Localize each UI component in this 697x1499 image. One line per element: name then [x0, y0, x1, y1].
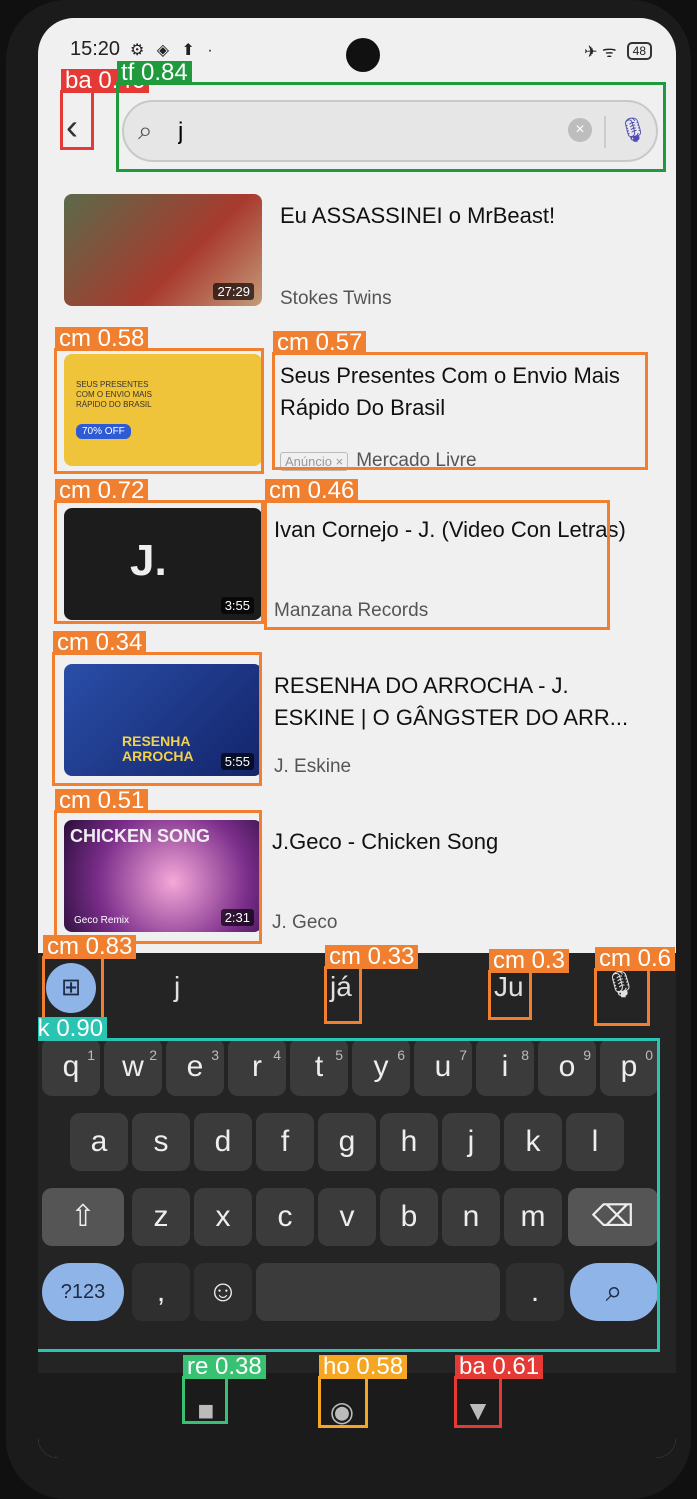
- key-p[interactable]: p0: [600, 1038, 658, 1096]
- search-bar[interactable]: ⌕ × 🎙: [122, 100, 658, 162]
- status-time: 15:20: [70, 38, 121, 60]
- comma-key[interactable]: ,: [132, 1263, 190, 1321]
- key-y[interactable]: y6: [352, 1038, 410, 1096]
- suggestion-strip: ⊞ j já Ju 🎙: [38, 953, 676, 1025]
- ad-channel-name: Mercado Livre: [356, 450, 477, 471]
- key-row-4: ?123 , ☺ . ⌕: [38, 1263, 676, 1325]
- recents-icon[interactable]: ■: [186, 1395, 226, 1427]
- video-title[interactable]: RESENHA DO ARROCHA - J. ESKINE | O GÂNGS…: [274, 670, 634, 734]
- key-n[interactable]: n: [442, 1188, 500, 1246]
- video-thumbnail[interactable]: CHICKEN SONG Geco Remix 2:31: [64, 820, 262, 932]
- key-l[interactable]: l: [566, 1113, 624, 1171]
- key-r[interactable]: r4: [228, 1038, 286, 1096]
- key-v[interactable]: v: [318, 1188, 376, 1246]
- symbols-key[interactable]: ?123: [42, 1263, 124, 1321]
- video-thumbnail[interactable]: 27:29: [64, 194, 262, 306]
- home-icon[interactable]: ◉: [322, 1395, 362, 1428]
- status-bar: 15:20 ⚙ ◈ ⬆ · ✈ ᯤ 48: [38, 18, 676, 78]
- key-e[interactable]: e3: [166, 1038, 224, 1096]
- status-right: ✈ ᯤ 48: [584, 40, 652, 62]
- keyboard: ⊞ j já Ju 🎙 q1 w2 e3 r4 t5 y6 u7 i8 o9 p…: [38, 953, 676, 1373]
- key-c[interactable]: c: [256, 1188, 314, 1246]
- battery-icon: 48: [626, 42, 652, 60]
- camera-cutout: [346, 38, 380, 72]
- video-duration: 3:55: [220, 597, 254, 614]
- result-item[interactable]: 27:29 Eu ASSASSINEI o MrBeast! Stokes Tw…: [58, 194, 658, 314]
- search-input[interactable]: [176, 116, 540, 148]
- thumb-subtitle-text: Geco Remix: [74, 915, 130, 926]
- mic-icon[interactable]: 🎙: [618, 116, 648, 148]
- video-title[interactable]: Ivan Cornejo - J. (Video Con Letras): [274, 514, 634, 546]
- space-key[interactable]: [256, 1263, 500, 1321]
- shift-key[interactable]: ⇧: [42, 1188, 124, 1246]
- result-item[interactable]: J. 3:55 Ivan Cornejo - J. (Video Con Let…: [58, 508, 658, 628]
- key-f[interactable]: f: [256, 1113, 314, 1171]
- key-b[interactable]: b: [380, 1188, 438, 1246]
- divider: [604, 116, 606, 148]
- video-title[interactable]: J.Geco - Chicken Song: [272, 826, 632, 858]
- key-g[interactable]: g: [318, 1113, 376, 1171]
- key-a[interactable]: a: [70, 1113, 128, 1171]
- period-key[interactable]: .: [506, 1263, 564, 1321]
- video-duration: 2:31: [220, 909, 254, 926]
- apps-grid-icon[interactable]: ⊞: [46, 963, 96, 1013]
- video-thumbnail[interactable]: J. 3:55: [64, 508, 262, 620]
- thumb-title-text: RESENHA ARROCHA: [122, 733, 194, 764]
- channel-name[interactable]: J. Geco: [272, 912, 337, 934]
- key-h[interactable]: h: [380, 1113, 438, 1171]
- key-row-3: ⇧ z x c v b n m ⌫: [38, 1188, 676, 1250]
- back-arrow-icon[interactable]: ‹: [66, 106, 78, 148]
- ad-badge: Anúncio ×: [280, 452, 349, 471]
- video-title[interactable]: Eu ASSASSINEI o MrBeast!: [280, 200, 640, 232]
- backspace-key[interactable]: ⌫: [568, 1188, 658, 1246]
- status-notification-icons: ⚙ ◈ ⬆ ·: [130, 42, 217, 59]
- ad-advertiser[interactable]: Anúncio × Mercado Livre: [280, 450, 477, 472]
- phone-frame: 15:20 ⚙ ◈ ⬆ · ✈ ᯤ 48 ‹ ba 0.46 ⌕ × 🎙 tf …: [6, 0, 691, 1499]
- keyboard-mic-icon[interactable]: 🎙: [604, 969, 637, 1000]
- key-w[interactable]: w2: [104, 1038, 162, 1096]
- suggestion-ja[interactable]: já: [330, 971, 352, 1003]
- ad-promo-text: SEUS PRESENTES COM O ENVIO MAIS RÁPIDO D…: [76, 380, 153, 409]
- nav-back-icon[interactable]: ▼: [458, 1395, 498, 1427]
- key-j[interactable]: j: [442, 1113, 500, 1171]
- thumb-title-text: CHICKEN SONG: [70, 826, 211, 846]
- video-thumbnail[interactable]: RESENHA ARROCHA 5:55: [64, 664, 262, 776]
- key-q[interactable]: q1: [42, 1038, 100, 1096]
- thumb-title-text: J.: [130, 536, 167, 585]
- emoji-key[interactable]: ☺: [194, 1263, 252, 1321]
- result-item[interactable]: RESENHA ARROCHA 5:55 RESENHA DO ARROCHA …: [58, 664, 658, 784]
- key-i[interactable]: i8: [476, 1038, 534, 1096]
- channel-name[interactable]: Manzana Records: [274, 600, 428, 622]
- result-item-ad[interactable]: SEUS PRESENTES COM O ENVIO MAIS RÁPIDO D…: [58, 354, 658, 474]
- screen: 15:20 ⚙ ◈ ⬆ · ✈ ᯤ 48 ‹ ba 0.46 ⌕ × 🎙 tf …: [38, 18, 676, 1458]
- key-u[interactable]: u7: [414, 1038, 472, 1096]
- key-x[interactable]: x: [194, 1188, 252, 1246]
- ad-title[interactable]: Seus Presentes Com o Envio Mais Rápido D…: [280, 360, 640, 424]
- airplane-wifi-icon: ✈ ᯤ: [584, 44, 617, 61]
- suggestion-j[interactable]: j: [174, 971, 180, 1003]
- key-s[interactable]: s: [132, 1113, 190, 1171]
- video-duration: 27:29: [213, 283, 254, 300]
- ad-thumbnail[interactable]: SEUS PRESENTES COM O ENVIO MAIS RÁPIDO D…: [64, 354, 262, 466]
- key-m[interactable]: m: [504, 1188, 562, 1246]
- key-t[interactable]: t5: [290, 1038, 348, 1096]
- video-duration: 5:55: [220, 753, 254, 770]
- key-d[interactable]: d: [194, 1113, 252, 1171]
- ad-discount: 70% OFF: [76, 424, 131, 439]
- nav-bar: ■ ◉ ▼: [38, 1373, 676, 1458]
- clear-icon[interactable]: ×: [568, 118, 592, 142]
- key-k[interactable]: k: [504, 1113, 562, 1171]
- search-icon: ⌕: [138, 115, 153, 145]
- key-z[interactable]: z: [132, 1188, 190, 1246]
- channel-name[interactable]: J. Eskine: [274, 756, 351, 778]
- key-row-1: q1 w2 e3 r4 t5 y6 u7 i8 o9 p0: [38, 1038, 676, 1100]
- search-key[interactable]: ⌕: [570, 1263, 658, 1321]
- channel-name[interactable]: Stokes Twins: [280, 288, 392, 310]
- suggestion-ju[interactable]: Ju: [494, 971, 524, 1003]
- result-item[interactable]: CHICKEN SONG Geco Remix 2:31 J.Geco - Ch…: [58, 820, 658, 940]
- key-o[interactable]: o9: [538, 1038, 596, 1096]
- key-row-2: a s d f g h j k l: [38, 1113, 676, 1175]
